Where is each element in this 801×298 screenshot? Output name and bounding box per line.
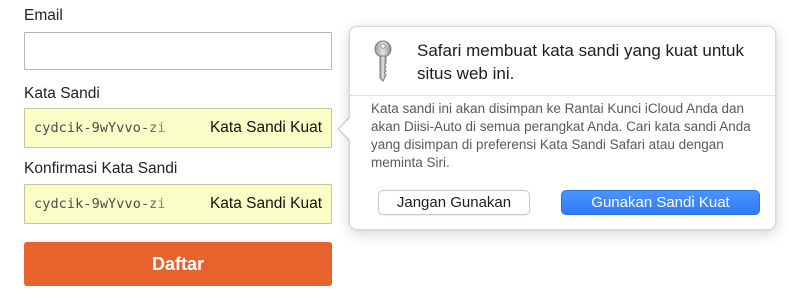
dont-use-button[interactable]: Jangan Gunakan [378,190,530,215]
popover-arrow [339,117,351,141]
password-fade [143,110,203,146]
email-label: Email [24,7,63,24]
register-button[interactable]: Daftar [24,242,332,286]
password-field[interactable]: cydcik-9wYvvo-zi Kata Sandi Kuat [24,108,332,148]
strong-password-popover: Safari membuat kata sandi yang kuat untu… [349,26,776,230]
use-strong-password-button[interactable]: Gunakan Sandi Kuat [561,190,760,215]
key-icon [372,40,394,84]
confirm-password-fade [143,186,203,222]
email-field[interactable] [24,32,332,70]
confirm-password-field[interactable]: cydcik-9wYvvo-zi Kata Sandi Kuat [24,184,332,224]
popover-divider [350,95,775,96]
password-label: Kata Sandi [24,85,100,102]
signup-page: Email Kata Sandi cydcik-9wYvvo-zi Kata S… [0,0,801,298]
popover-description: Kata sandi ini akan disimpan ke Rantai K… [371,101,751,170]
confirm-password-label: Konfirmasi Kata Sandi [24,160,178,177]
strong-password-label: Kata Sandi Kuat [209,119,322,136]
popover-title: Safari membuat kata sandi yang kuat untu… [417,41,744,83]
confirm-strong-password-label: Kata Sandi Kuat [209,195,322,212]
